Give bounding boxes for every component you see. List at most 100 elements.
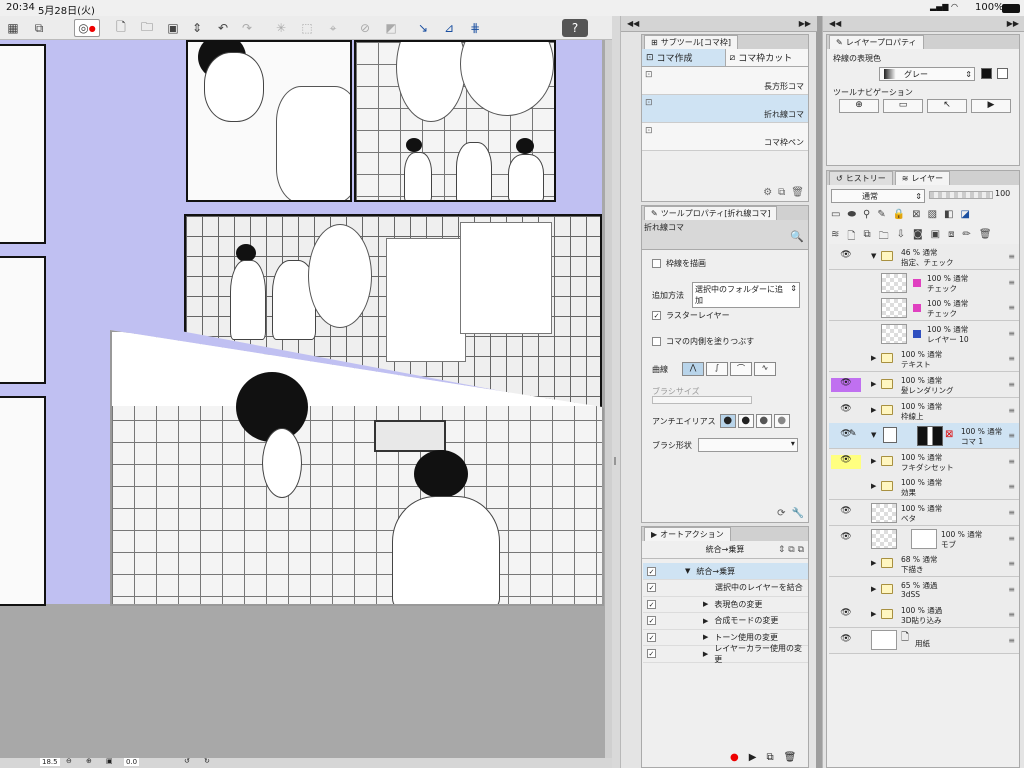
trash-icon[interactable]: 🗑 — [791, 187, 804, 198]
rotate-right-icon[interactable]: ↻ — [204, 757, 210, 765]
action-item[interactable]: ✓ ▶ 表現色の変更 — [643, 596, 808, 613]
layer-drag-handle-icon[interactable]: ≡ — [1008, 380, 1015, 389]
action-item[interactable]: ✓ ▶ 合成モードの変更 — [643, 613, 808, 630]
curve-straight-icon[interactable]: ⋀ — [682, 362, 704, 376]
expand-icon[interactable]: ▶▶ — [799, 19, 811, 28]
nav-frame-icon[interactable]: ▭ — [883, 99, 923, 113]
layer-drag-handle-icon[interactable]: ≡ — [1008, 534, 1015, 543]
collapse-icon[interactable]: ◀◀ — [829, 19, 841, 28]
curve-cubic-icon[interactable]: ∿ — [754, 362, 776, 376]
visibility-eye-icon[interactable]: 👁 — [831, 404, 861, 418]
tab-frame-cut[interactable]: ⧄ コマ枠カット — [725, 49, 808, 66]
layer-row[interactable]: 👁 ▶ 100 % 通過 3D貼り込み ≡ — [829, 602, 1019, 629]
visibility-eye-icon[interactable]: 👁 — [831, 250, 861, 264]
layer-row[interactable]: 👁 ✎ ▼ ⊠ 100 % 通常 コマ 1 ≡ — [829, 423, 1019, 450]
nav-pointer-icon[interactable]: ↖ — [927, 99, 967, 113]
transform-icon[interactable]: ✳ — [272, 19, 290, 37]
visibility-eye-icon[interactable]: 👁 — [831, 378, 861, 392]
swirl-icon[interactable]: ◎ ● — [74, 19, 100, 37]
delete-action-icon[interactable]: 🗑 — [784, 752, 797, 763]
brush-size-slider[interactable] — [652, 396, 752, 404]
clip-icon[interactable]: ⬬ — [847, 209, 856, 220]
layer-row[interactable]: 100 % 通常 チェック ≡ — [829, 295, 1019, 322]
fill-icon[interactable]: ◩ — [382, 19, 400, 37]
action-enable-checkbox[interactable]: ✓ — [647, 632, 656, 642]
opacity-value[interactable]: 100 — [995, 189, 1010, 198]
zoom-in-icon[interactable]: ⊕ — [86, 757, 92, 765]
draw-line-checkbox[interactable] — [652, 259, 661, 268]
lock-alpha-icon[interactable]: ⊠ — [912, 209, 920, 220]
folder-expanded-icon[interactable]: ▼ — [871, 252, 876, 260]
layer-drag-handle-icon[interactable]: ≡ — [1008, 508, 1015, 517]
folder-collapsed-icon[interactable]: ▶ — [871, 380, 876, 388]
subtool-tab[interactable]: ⊞ サブツール[コマ枠] — [644, 35, 738, 49]
expand-right-icon[interactable]: ▶ — [703, 617, 708, 625]
raster-layer-option[interactable]: ✓ ラスターレイヤー — [652, 310, 808, 321]
action-item[interactable]: ✓ ▼ 統合→乗算 — [643, 563, 808, 580]
copy-icon[interactable]: ⧉ — [778, 187, 785, 198]
tab-frame-create[interactable]: ⊡ コマ作成 — [642, 49, 726, 66]
expand-right-icon[interactable]: ▶ — [703, 650, 708, 658]
nav-magnify-icon[interactable]: ⊕ — [839, 99, 879, 113]
clear-icon[interactable]: ⊘ — [356, 19, 374, 37]
pen-icon[interactable]: ↘ — [414, 19, 432, 37]
fill-inside-checkbox[interactable] — [652, 337, 661, 346]
collapse-icon[interactable]: ◀◀ — [627, 19, 639, 28]
subtool-item[interactable]: ⊡ 長方形コマ — [642, 67, 808, 95]
visibility-eye-icon[interactable] — [831, 276, 861, 290]
visibility-eye-icon[interactable] — [831, 583, 861, 597]
layer-row[interactable]: ▶ 65 % 通過 3dSS ≡ — [829, 576, 1019, 603]
draft-icon[interactable]: ✎ — [877, 209, 885, 220]
main-color-swatch[interactable] — [981, 68, 992, 79]
mask-disabled-icon[interactable]: ⊠ — [945, 429, 953, 440]
copy-action-icon[interactable]: ⧉ — [766, 752, 773, 763]
fill-inside-option[interactable]: コマの内側を塗りつぶす — [652, 336, 808, 347]
rotate-left-icon[interactable]: ↺ — [184, 757, 190, 765]
open-folder-icon[interactable]: 🗀 — [138, 19, 156, 37]
angle-value[interactable]: 0.0 — [124, 758, 140, 766]
layer-row[interactable]: 👁 🗋 用紙 ≡ — [829, 628, 1019, 654]
grid-menu-icon[interactable]: ▦ — [4, 19, 22, 37]
settings-icon[interactable]: ⚙ — [763, 187, 772, 198]
crop-icon[interactable]: ⬚ — [298, 19, 316, 37]
layer-row[interactable]: 👁 ▶ 100 % 通常 フキダシセット ≡ — [829, 448, 1019, 475]
lock-icon[interactable]: 🔒 — [893, 209, 905, 220]
layer-row[interactable]: 👁 100 % 通常 モブ ≡ — [829, 525, 1019, 552]
canvas-area[interactable] — [0, 40, 612, 758]
mask-icon[interactable]: ▧ — [928, 209, 937, 220]
layer-drag-handle-icon[interactable]: ≡ — [1008, 457, 1015, 466]
folder-collapsed-icon[interactable]: ▶ — [871, 610, 876, 618]
layer-color-icon[interactable]: ▭ — [831, 209, 840, 220]
layer-row[interactable]: ▶ 68 % 通常 下描き ≡ — [829, 551, 1019, 578]
layer-drag-handle-icon[interactable]: ≡ — [1008, 610, 1015, 619]
folder-expanded-icon[interactable]: ▼ — [871, 431, 876, 439]
autoaction-set-select[interactable]: 統合→乗算 ⇕ ⧉ ⧉ — [642, 541, 808, 559]
layer-drag-handle-icon[interactable]: ≡ — [1008, 252, 1015, 261]
visibility-eye-icon[interactable]: 👁 — [831, 454, 861, 469]
autoaction-tab[interactable]: ▶ オートアクション — [644, 527, 731, 541]
action-enable-checkbox[interactable]: ✓ — [647, 616, 656, 625]
antialias-none-icon[interactable]: ● — [719, 414, 736, 428]
layer-drag-handle-icon[interactable]: ≡ — [1008, 278, 1015, 287]
layer-row[interactable]: 100 % 通常 チェック ≡ — [829, 269, 1019, 296]
folder-collapsed-icon[interactable]: ▶ — [871, 457, 876, 465]
deform-icon[interactable]: ⌖ — [324, 19, 342, 37]
help-icon[interactable]: ? — [562, 19, 588, 37]
layer-drag-handle-icon[interactable]: ≡ — [1008, 303, 1015, 312]
canvas-vertical-scrollbar[interactable] — [605, 40, 612, 758]
snap-icon[interactable]: ⋕ — [466, 19, 484, 37]
expand-right-icon[interactable]: ▶ — [703, 633, 708, 641]
antialias-mid-icon[interactable]: ● — [755, 414, 772, 428]
wrench-settings-icon[interactable]: 🔧 — [792, 508, 804, 519]
expand-down-icon[interactable]: ▼ — [685, 567, 690, 575]
layer-drag-handle-icon[interactable]: ≡ — [1008, 585, 1015, 594]
folder-collapsed-icon[interactable]: ▶ — [871, 585, 876, 593]
panel-divider[interactable]: ‖ — [612, 16, 620, 768]
layer-drag-handle-icon[interactable]: ≡ — [1008, 482, 1015, 491]
antialias-weak-icon[interactable]: ● — [737, 414, 754, 428]
visibility-eye-icon[interactable] — [831, 301, 861, 315]
add-method-select[interactable]: 選択中のフォルダーに追加 ⇕ — [692, 282, 800, 308]
layer-drag-handle-icon[interactable]: ≡ — [1008, 329, 1015, 338]
layer-drag-handle-icon[interactable]: ≡ — [1008, 636, 1015, 645]
layer-row[interactable]: ▶ 100 % 通常 テキスト ≡ — [829, 346, 1019, 373]
